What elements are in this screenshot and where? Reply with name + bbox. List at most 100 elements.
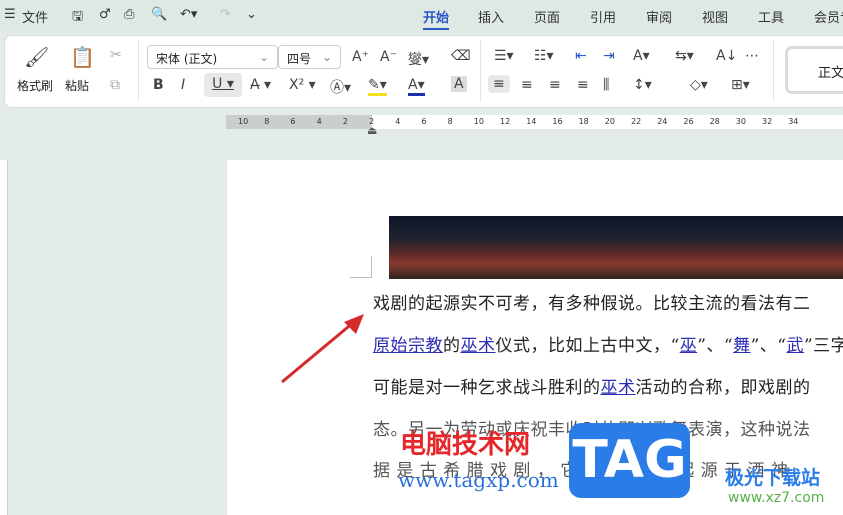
font-color-icon[interactable]: A▾ (408, 77, 425, 96)
paste-icon[interactable]: 📋 (70, 45, 95, 69)
style-normal[interactable]: 正文 (785, 46, 843, 94)
justify-button[interactable]: ≡ (577, 77, 589, 93)
vertical-ruler[interactable] (0, 160, 8, 515)
text-run: 的 (443, 336, 461, 356)
more-icon[interactable]: ⌄ (246, 7, 257, 22)
sort-icon[interactable]: A↓ (716, 48, 737, 64)
grow-font-icon[interactable]: A⁺ (352, 49, 369, 65)
font-size-value: 四号 (287, 52, 312, 66)
tab-reference[interactable]: 引用 (590, 7, 616, 26)
divider (773, 40, 774, 102)
tab-review[interactable]: 审阅 (646, 7, 672, 26)
underline-button[interactable]: U ▾ (204, 73, 242, 97)
indent-marker-icon[interactable]: ⏏ (367, 124, 377, 137)
red-arrow-annotation (281, 314, 364, 384)
bullet-list-icon[interactable]: ☰▾ (494, 48, 514, 64)
cut-icon[interactable]: ✂ (110, 47, 122, 63)
hyperlink[interactable]: 巫术 (601, 378, 636, 398)
text-run: ”三字 (803, 336, 843, 356)
format-painter-button[interactable]: 格式刷 (17, 77, 53, 94)
save-icon[interactable]: 🖫 (72, 7, 83, 29)
tab-view[interactable]: 视图 (702, 7, 728, 26)
align-right-button[interactable]: ≡ (549, 77, 561, 93)
text-run: ”、“ (750, 336, 787, 356)
hyperlink[interactable]: 舞 (733, 336, 751, 356)
ruler-tick-label: 6 (290, 117, 296, 126)
watermark-tag-logo: TAG (569, 423, 690, 498)
decrease-indent-icon[interactable]: ⇤ (575, 48, 587, 64)
line-spacing-icon[interactable]: ↕▾ (633, 77, 652, 93)
ribbon (4, 35, 843, 108)
ruler-tick-label: 30 (735, 117, 746, 126)
watermark-xz7-name: 极光下载站 (725, 467, 821, 489)
numbered-list-icon[interactable]: ☷▾ (534, 48, 554, 64)
file-menu[interactable]: 文件 (22, 7, 48, 26)
bold-button[interactable]: B (153, 77, 164, 93)
ruler-tick-label: 32 (762, 117, 773, 126)
hyperlink[interactable]: 武 (786, 336, 804, 356)
align-center-button[interactable]: ≡ (521, 77, 533, 93)
watermark-site-url: www.tagxp.com (398, 468, 559, 492)
ruler-tick-label: 28 (709, 117, 720, 126)
text-effect-icon[interactable]: Ⓐ▾ (330, 77, 351, 97)
ruler-tick-label: 4 (395, 117, 401, 126)
tab-member[interactable]: 会员专享 (814, 7, 843, 26)
menu-icon[interactable]: ☰ (4, 7, 16, 22)
ruler-tick-label: 22 (631, 117, 642, 126)
underline-label: U (212, 76, 223, 92)
char-spacing-icon[interactable]: A▾ (633, 48, 650, 64)
ruler-tick-label: 6 (421, 117, 427, 126)
document-image[interactable] (389, 216, 843, 279)
char-shading-icon[interactable]: A (451, 76, 467, 92)
shading-icon[interactable]: ◇▾ (690, 77, 708, 93)
ruler-tick-label: 26 (683, 117, 694, 126)
ruler-tick-label: 8 (264, 117, 270, 126)
superscript-button[interactable]: X² ▾ (289, 77, 316, 93)
tab-home[interactable]: 开始 (423, 7, 450, 30)
tab-tools[interactable]: 工具 (758, 7, 784, 26)
hyperlink[interactable]: 巫术 (461, 336, 496, 356)
format-painter-icon[interactable]: 🖌 (24, 45, 49, 69)
document-paragraph-line: 戏剧的起源实不可考，有多种假说。比较主流的看法有二 (373, 289, 811, 314)
increase-indent-icon[interactable]: ⇥ (603, 48, 615, 64)
distribute-button[interactable]: ⫼ (603, 77, 609, 93)
ruler-tick-label: 12 (500, 117, 511, 126)
undo-icon[interactable]: ↶▾ (180, 7, 197, 22)
tab-insert[interactable]: 插入 (478, 7, 504, 26)
font-name-select[interactable]: 宋体 (正文) ⌄ (147, 45, 278, 69)
ruler-tick-label: 24 (657, 117, 668, 126)
show-marks-icon[interactable]: ⋯ (745, 48, 759, 64)
font-size-select[interactable]: 四号 ⌄ (278, 45, 341, 69)
divider (480, 40, 481, 102)
strikethrough-icon[interactable]: A̶ ▾ (250, 77, 271, 93)
paste-button[interactable]: 粘贴 (65, 77, 89, 94)
copy-icon[interactable]: ⧉ (110, 77, 120, 93)
watermark-site-name: 电脑技术网 (400, 430, 531, 460)
text-direction-icon[interactable]: ⇆▾ (675, 48, 694, 64)
style-normal-label: 正文 (818, 66, 843, 81)
ruler-tick-label: 20 (604, 117, 615, 126)
text-run: ”、“ (697, 336, 734, 356)
watermark-xz7-url: www.xz7.com (728, 490, 825, 506)
border-icon[interactable]: ⊞▾ (731, 77, 750, 93)
text-run: 可能是对一种乞求战斗胜利的 (373, 378, 601, 398)
superscript-label: X² (289, 77, 305, 93)
horizontal-ruler[interactable]: 10 8 6 4 2 2 4 6 8 10 12 14 16 18 20 22 24 26 28 30 32 34 (226, 115, 843, 129)
align-left-button[interactable]: ≡ (488, 75, 510, 93)
text-run: 戏剧的起源实不可考，有多种假说。比较主流的看法有二 (373, 294, 811, 314)
eraser-icon[interactable]: ⌫ (451, 48, 471, 64)
ruler-tick-label: 10 (473, 117, 484, 126)
hyperlink[interactable]: 原始宗教 (373, 336, 443, 356)
redo-icon[interactable]: ↷ (220, 7, 231, 22)
document-paragraph-line: 原始宗教的巫术仪式，比如上古中文，“巫”、“舞”、“武”三字 (373, 331, 843, 356)
share-icon[interactable]: ♂ (99, 7, 111, 22)
highlight-icon[interactable]: ✎▾ (368, 77, 387, 96)
italic-button[interactable]: I (181, 77, 185, 93)
shrink-font-icon[interactable]: A⁻ (380, 49, 397, 65)
phonetic-icon[interactable]: 燮▾ (408, 49, 429, 69)
title-bar: ☰ 文件 🖫 ♂ ⎙ 🔍 ↶▾ ↷ ⌄ 开始 插入 页面 引用 审阅 视图 工具… (0, 0, 843, 32)
hyperlink[interactable]: 巫 (680, 336, 698, 356)
tab-page[interactable]: 页面 (534, 7, 560, 26)
preview-icon[interactable]: 🔍 (151, 7, 167, 22)
print-icon[interactable]: ⎙ (124, 7, 134, 22)
